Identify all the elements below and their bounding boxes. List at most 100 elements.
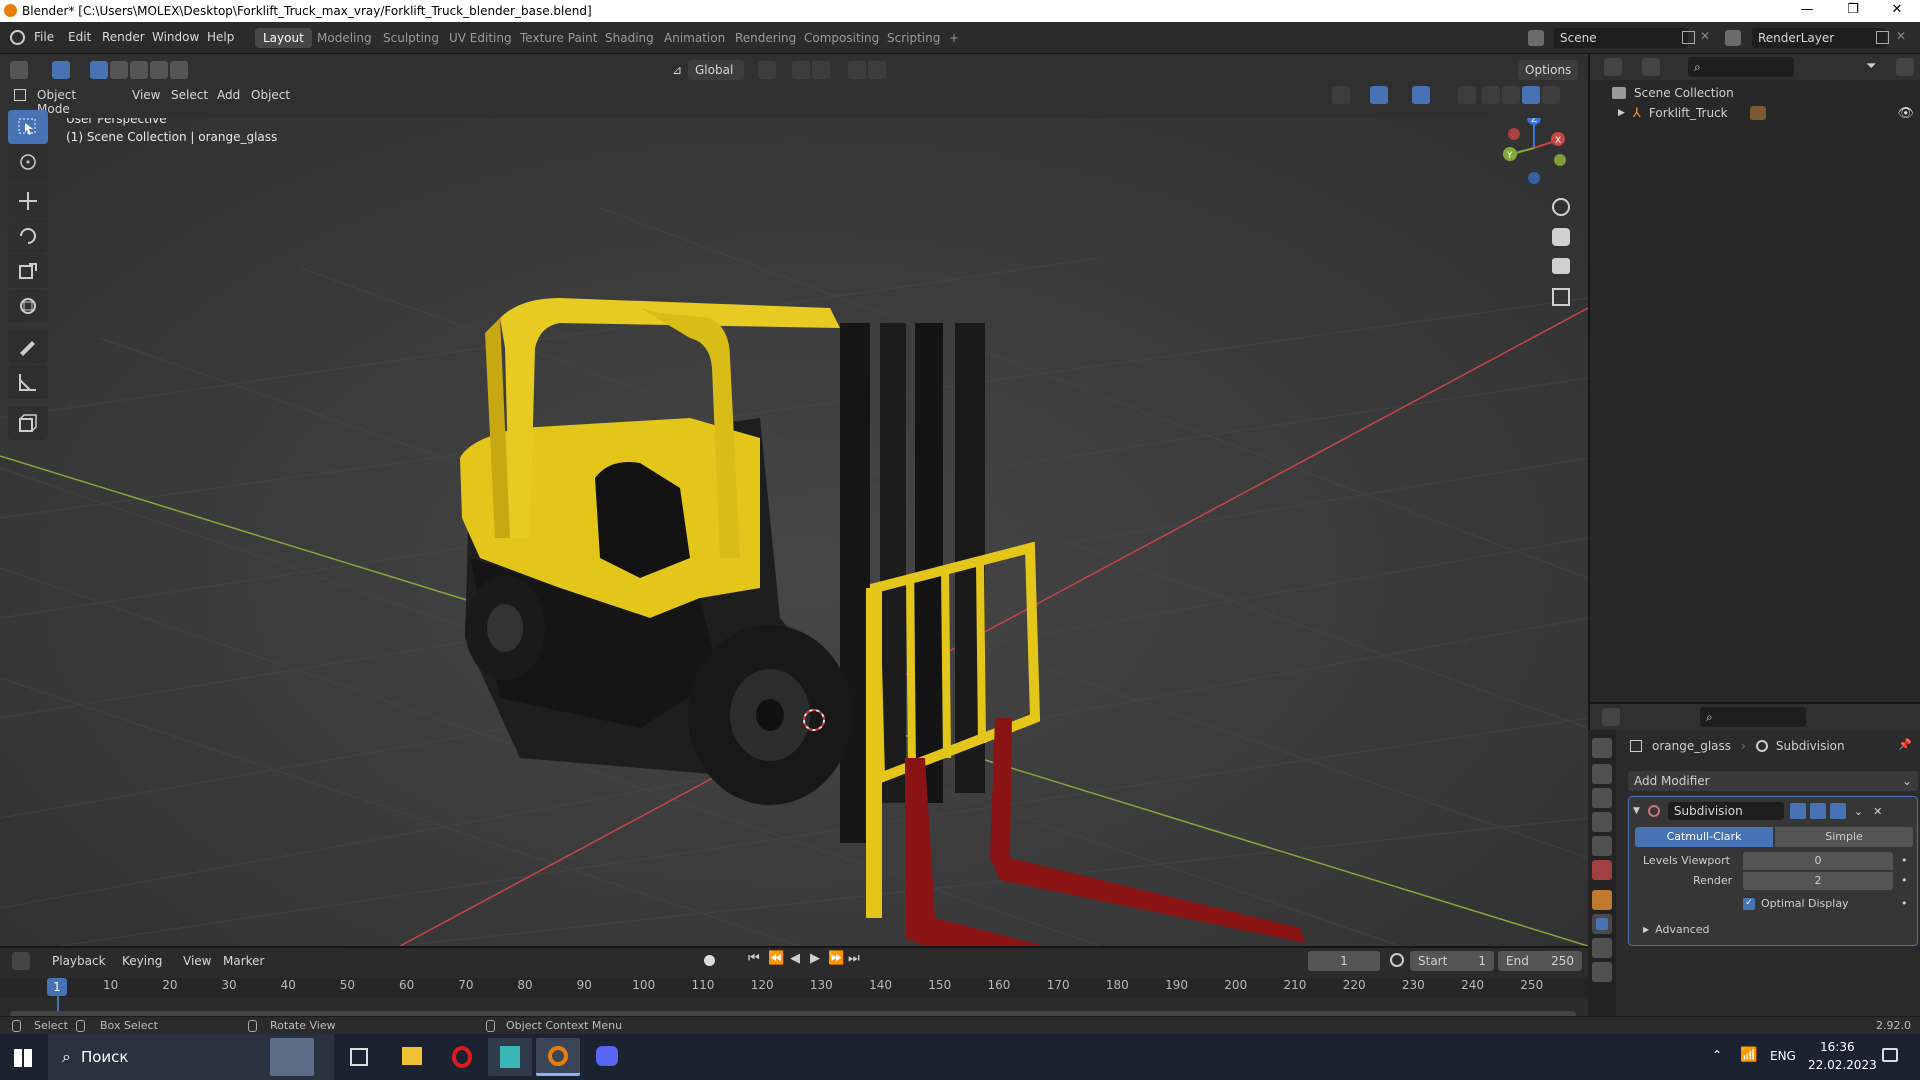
record-icon[interactable] — [704, 955, 715, 966]
blender-taskbar-icon[interactable] — [536, 1038, 580, 1076]
prev-keyframe-icon[interactable]: ⏪ — [768, 951, 784, 966]
tab-shading[interactable]: Shading — [597, 28, 662, 48]
timeline-menu-view[interactable]: View — [183, 954, 211, 968]
measure-tool[interactable] — [8, 365, 48, 399]
delete-view-layer-icon[interactable]: ✕ — [1896, 29, 1906, 43]
menu-edit[interactable]: Edit — [68, 30, 91, 44]
catmull-clark-button[interactable]: Catmull-Clark — [1635, 827, 1773, 847]
select-mode-intersect-icon[interactable] — [170, 61, 188, 79]
keyframe-dot-icon[interactable]: • — [1901, 874, 1908, 887]
tab-layout[interactable]: Layout — [255, 28, 312, 48]
proportional-falloff-icon[interactable] — [868, 61, 886, 79]
notifications-icon[interactable] — [1882, 1048, 1898, 1062]
menu-help[interactable]: Help — [207, 30, 234, 44]
particles-tab-icon[interactable] — [1592, 938, 1612, 958]
current-frame-field[interactable]: 1 — [1308, 951, 1380, 971]
pivot-point-icon[interactable] — [758, 61, 776, 79]
minimize-button[interactable]: — — [1784, 2, 1830, 17]
select-mode-invert-icon[interactable] — [150, 61, 168, 79]
playhead-frame-indicator[interactable]: 1 — [47, 978, 67, 996]
physics-tab-icon[interactable] — [1592, 962, 1612, 982]
scene-tab-icon[interactable] — [1592, 836, 1612, 856]
shading-wireframe-icon[interactable] — [1482, 86, 1500, 104]
render-levels-field[interactable]: 2 — [1743, 872, 1893, 890]
modifier-menu-icon[interactable]: ⌄ — [1854, 805, 1863, 818]
menu-window[interactable]: Window — [152, 30, 199, 44]
snap-target-icon[interactable] — [812, 61, 830, 79]
outliner-search-input[interactable]: ⌕ — [1688, 57, 1794, 77]
menu-file[interactable]: File — [34, 30, 54, 44]
tab-animation[interactable]: Animation — [656, 28, 733, 48]
expand-arrow-icon[interactable]: ▶ — [1643, 925, 1649, 934]
tab-scripting[interactable]: Scripting — [879, 28, 948, 48]
expand-arrow-icon[interactable]: ▶ — [1618, 108, 1625, 118]
jump-start-icon[interactable]: ⏮ — [748, 951, 760, 966]
add-cube-tool[interactable] — [8, 406, 48, 440]
tool-tab-icon[interactable] — [1592, 738, 1612, 758]
render-toggle-icon[interactable] — [1829, 803, 1846, 819]
tab-uv-editing[interactable]: UV Editing — [441, 28, 520, 48]
task-view-icon[interactable] — [350, 1048, 368, 1066]
modifier-name-field[interactable]: Subdivision — [1667, 802, 1784, 820]
tab-rendering[interactable]: Rendering — [727, 28, 804, 48]
properties-search-input[interactable]: ⌕ — [1700, 707, 1806, 727]
keyframe-dot-icon[interactable]: • — [1901, 897, 1908, 910]
timeline-editor-type-icon[interactable] — [12, 952, 30, 970]
close-window-button[interactable]: ✕ — [1874, 2, 1920, 17]
tab-compositing[interactable]: Compositing — [796, 28, 887, 48]
3d-viewport[interactable]: User Perspective (1) Scene Collection | … — [0, 118, 1588, 946]
world-tab-icon[interactable] — [1592, 860, 1612, 880]
new-view-layer-icon[interactable] — [1876, 31, 1889, 44]
blender-menu-icon[interactable] — [10, 30, 25, 45]
scene-selector[interactable]: Scene — [1554, 28, 1688, 48]
object-tab-icon[interactable] — [1592, 890, 1612, 910]
annotate-tool[interactable] — [8, 330, 48, 364]
delete-scene-icon[interactable]: ✕ — [1700, 29, 1710, 43]
scale-tool[interactable] — [8, 254, 48, 288]
select-mode-subtract-icon[interactable] — [130, 61, 148, 79]
overlays-toggle-icon[interactable] — [1412, 86, 1430, 104]
timeline-menu-marker[interactable]: Marker — [223, 954, 264, 968]
start-frame-field[interactable]: Start 1 — [1410, 951, 1494, 971]
proportional-edit-icon[interactable] — [848, 61, 866, 79]
shading-solid-icon[interactable] — [1502, 86, 1520, 104]
outliner-filter-icon[interactable]: ⏷ — [1866, 59, 1876, 74]
edit-mode-toggle-icon[interactable] — [1789, 803, 1806, 819]
outliner-editor-type-icon[interactable] — [1604, 58, 1622, 76]
visibility-eye-icon[interactable]: 👁 — [1897, 106, 1914, 121]
render-tab-icon[interactable] — [1592, 764, 1612, 784]
clock-date[interactable]: 22.02.2023 — [1808, 1058, 1877, 1072]
remove-modifier-icon[interactable]: ✕ — [1873, 805, 1882, 818]
transform-orientation-dropdown[interactable]: Global — [688, 60, 744, 80]
output-tab-icon[interactable] — [1592, 788, 1612, 808]
viewport-toggle-icon[interactable] — [1809, 803, 1826, 819]
gizmo-toggle-icon[interactable] — [1370, 86, 1388, 104]
pin-icon[interactable]: 📌 — [1898, 738, 1912, 751]
advanced-subpanel[interactable]: ▶ Advanced — [1643, 923, 1710, 936]
windows-start-icon[interactable] — [14, 1049, 32, 1067]
shading-rendered-icon[interactable] — [1542, 86, 1560, 104]
zoom-icon[interactable] — [1552, 198, 1570, 216]
outliner-item[interactable]: ▶ ⅄ Forklift_Truck 👁 — [1618, 104, 1918, 122]
move-tool[interactable] — [8, 184, 48, 218]
select-box-tool[interactable] — [8, 110, 48, 144]
select-mode-new-icon[interactable] — [90, 61, 108, 79]
menu-render[interactable]: Render — [102, 30, 145, 44]
tab-texture-paint[interactable]: Texture Paint — [512, 28, 605, 48]
mode-dropdown[interactable]: Object Mode — [30, 85, 118, 116]
select-tool-icon[interactable] — [52, 61, 70, 79]
maximize-button[interactable]: ❐ — [1830, 2, 1876, 17]
viewport-menu-select[interactable]: Select — [171, 88, 208, 102]
end-frame-field[interactable]: End 250 — [1498, 951, 1582, 971]
levels-viewport-field[interactable]: 0 — [1743, 852, 1893, 870]
navigation-gizmo[interactable]: Z X Y — [1496, 118, 1566, 188]
stopwatch-icon[interactable] — [1390, 953, 1404, 967]
render-layer-selector[interactable]: RenderLayer — [1752, 28, 1886, 48]
app-icon[interactable] — [488, 1038, 532, 1076]
checkbox-checked-icon[interactable]: ✓ — [1743, 897, 1755, 910]
snap-icon[interactable] — [792, 61, 810, 79]
new-scene-icon[interactable] — [1682, 31, 1695, 44]
file-explorer-icon[interactable] — [390, 1038, 434, 1076]
timeline-menu-keying[interactable]: Keying — [122, 954, 162, 968]
outliner-display-mode-icon[interactable] — [1642, 58, 1660, 76]
